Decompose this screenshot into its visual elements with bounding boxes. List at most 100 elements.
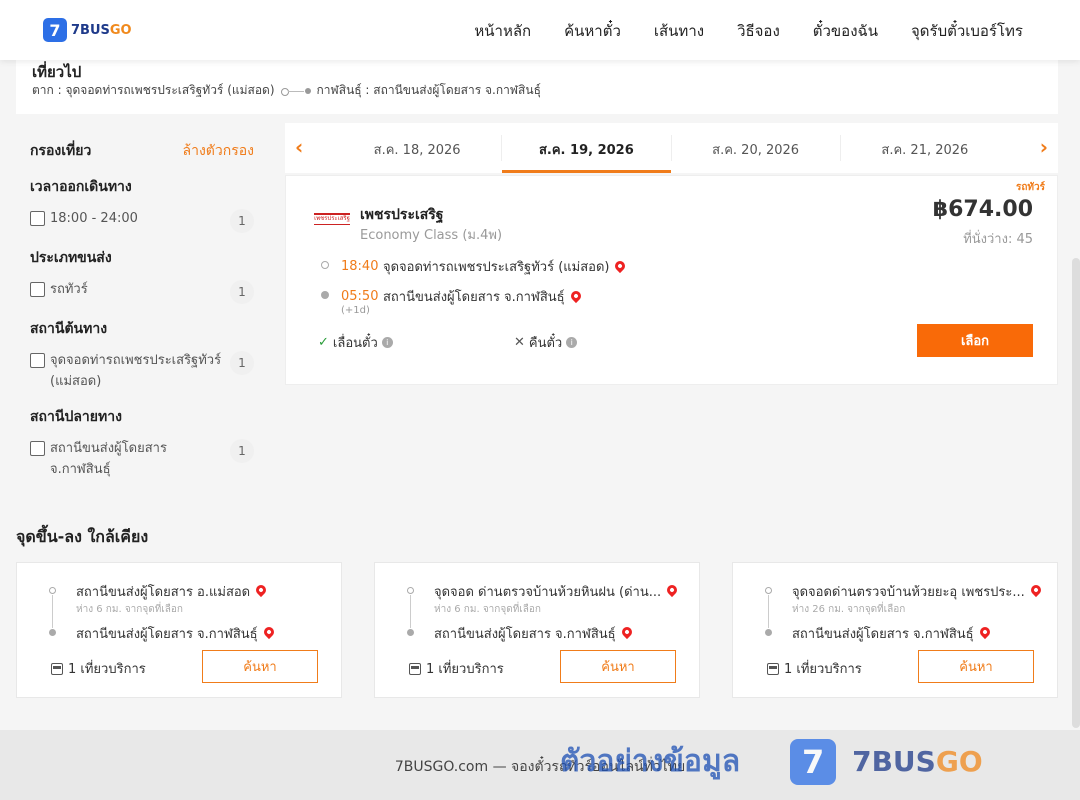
top-navbar: 7 7BUSGO หน้าหลัก ค้นหาตั๋ว เส้นทาง วิธี… xyxy=(0,0,1080,60)
info-icon[interactable]: i xyxy=(381,337,393,348)
trip-destination: กาฬสินธุ์ : สถานีขนส่งผู้โดยสาร จ.กาฬสิน… xyxy=(316,83,541,97)
destination-dot-icon xyxy=(321,291,329,299)
nearby-destination: สถานีขนส่งผู้โดยสาร จ.กาฬสินธุ์ xyxy=(792,623,1048,644)
route-line xyxy=(768,595,769,628)
filter-section-departure-time: เวลาออกเดินทาง 18:00 - 24:00 1 xyxy=(16,176,270,233)
reschedule-label: เลื่อนตั๋ว xyxy=(332,336,378,351)
map-pin-icon[interactable] xyxy=(665,582,680,598)
vehicle-type-badge: รถทัวร์ xyxy=(1015,182,1045,193)
filter-option[interactable]: จุดจอดท่ารถเพชรประเสริฐทัวร์ (แม่สอด) 1 xyxy=(30,350,254,392)
nearby-trip-count: 1 เที่ยวบริการ xyxy=(409,658,504,679)
refund-label: คืนตั๋ว xyxy=(528,336,563,351)
map-pin-icon[interactable] xyxy=(977,624,992,640)
chevron-left-icon[interactable]: ‹ xyxy=(295,135,303,159)
bus-icon xyxy=(409,662,421,675)
checkbox[interactable] xyxy=(30,441,45,456)
nearby-distance: ห่าง 6 กม. จากจุดที่เลือก xyxy=(76,604,183,615)
nearby-stop-card: จุดจอด ด่านตรวจบ้านห้วยหินฝน (ด่าน... ห่… xyxy=(374,562,700,698)
map-pin-icon[interactable] xyxy=(1028,582,1043,598)
filter-option[interactable]: สถานีขนส่งผู้โดยสาร จ.กาฬสินธุ์ 1 xyxy=(30,438,254,480)
clear-filters-link[interactable]: ล้างตัวกรอง xyxy=(183,140,254,162)
logo-mark-icon: 7 xyxy=(43,18,67,42)
departure-stop: 18:40 จุดจอดท่ารถเพชรประเสริฐทัวร์ (แม่ส… xyxy=(321,256,628,277)
origin-dot-icon xyxy=(321,261,329,269)
filter-section-transport-type: ประเภทขนส่ง รถทัวร์ 1 xyxy=(16,247,270,304)
operator-name: เพชรประเสริฐ xyxy=(360,207,444,223)
map-pin-icon[interactable] xyxy=(254,582,269,598)
filter-section-origin-station: สถานีต้นทาง จุดจอดท่ารถเพชรประเสริฐทัวร์… xyxy=(16,318,270,392)
date-tab-active[interactable]: ส.ค. 19, 2026 xyxy=(502,123,671,173)
reschedule-policy: ✓ เลื่อนตั๋ว i xyxy=(318,332,393,353)
filter-count-badge: 1 xyxy=(230,209,254,233)
filter-section-title: ประเภทขนส่ง xyxy=(30,250,112,266)
check-icon: ✓ xyxy=(318,335,329,350)
filter-section-title: สถานีต้นทาง xyxy=(30,321,108,337)
nav-routes[interactable]: เส้นทาง xyxy=(654,19,704,43)
seat-class: Economy Class (ม.4พ) xyxy=(360,228,503,243)
select-trip-button[interactable]: เลือก xyxy=(917,324,1033,357)
site-logo[interactable]: 7 7BUSGO xyxy=(43,18,132,42)
origin-dot-icon xyxy=(407,587,414,594)
nav-home[interactable]: หน้าหลัก xyxy=(474,19,531,43)
nearby-search-button[interactable]: ค้นหา xyxy=(560,650,676,683)
date-selector: ‹ ส.ค. 18, 2026 ส.ค. 19, 2026 ส.ค. 20, 2… xyxy=(285,123,1058,173)
filter-section-destination-station: สถานีปลายทาง สถานีขนส่งผู้โดยสาร จ.กาฬสิ… xyxy=(16,406,270,480)
nearby-trip-count: 1 เที่ยวบริการ xyxy=(767,658,862,679)
cross-icon: ✕ xyxy=(514,335,525,350)
nearby-origin: สถานีขนส่งผู้โดยสาร อ.แม่สอด xyxy=(76,581,332,602)
destination-dot-icon xyxy=(49,629,56,636)
departure-station: จุดจอดท่ารถเพชรประเสริฐทัวร์ (แม่สอด) xyxy=(383,260,610,275)
date-tabs: ส.ค. 18, 2026 ส.ค. 19, 2026 ส.ค. 20, 202… xyxy=(333,123,1009,173)
info-icon[interactable]: i xyxy=(566,337,578,348)
arrival-stop: 05:50 สถานีขนส่งผู้โดยสาร จ.กาฬสินธุ์ xyxy=(321,286,583,307)
nav-how-to-book[interactable]: วิธีจอง xyxy=(737,19,780,43)
nav-search-tickets[interactable]: ค้นหาตั๋ว xyxy=(564,19,621,43)
destination-dot-icon xyxy=(407,629,414,636)
site-footer: 7BUSGO.com — จองตั๋วรถทัวร์ออนไลน์ทั่วไท… xyxy=(0,730,1080,800)
filter-count-badge: 1 xyxy=(230,280,254,304)
date-tab[interactable]: ส.ค. 20, 2026 xyxy=(672,123,840,173)
nearby-search-button[interactable]: ค้นหา xyxy=(918,650,1034,683)
map-pin-icon[interactable] xyxy=(261,624,276,640)
departure-time: 18:40 xyxy=(341,259,379,274)
trip-route: ตาก : จุดจอดท่ารถเพชรประเสริฐทัวร์ (แม่ส… xyxy=(32,81,541,100)
chevron-right-icon[interactable]: › xyxy=(1040,135,1048,159)
arrival-station: สถานีขนส่งผู้โดยสาร จ.กาฬสินธุ์ xyxy=(383,290,565,305)
refund-policy: ✕ คืนตั๋ว i xyxy=(514,332,578,353)
trip-origin: ตาก : จุดจอดท่ารถเพชรประเสริฐทัวร์ (แม่ส… xyxy=(32,83,275,97)
nav-my-tickets[interactable]: ตั๋วของฉัน xyxy=(813,19,878,43)
date-tab[interactable]: ส.ค. 21, 2026 xyxy=(841,123,1009,173)
nearby-search-button[interactable]: ค้นหา xyxy=(202,650,318,683)
arrival-time: 05:50 xyxy=(341,289,379,304)
checkbox[interactable] xyxy=(30,211,45,226)
route-line xyxy=(52,595,53,628)
nearby-destination: สถานีขนส่งผู้โดยสาร จ.กาฬสินธุ์ xyxy=(76,623,332,644)
filter-section-title: เวลาออกเดินทาง xyxy=(30,179,132,195)
filter-section-title: สถานีปลายทาง xyxy=(30,409,122,425)
nearby-origin: จุดจอดด่านตรวจบ้านห้วยยะอุ เพชรประ... xyxy=(792,581,1048,602)
filter-option-label: รถทัวร์ xyxy=(50,282,88,297)
map-pin-icon[interactable] xyxy=(613,258,628,273)
filter-title: กรองเที่ยว xyxy=(30,143,92,159)
checkbox[interactable] xyxy=(30,353,45,368)
filter-option[interactable]: 18:00 - 24:00 1 xyxy=(30,208,254,233)
map-pin-icon[interactable] xyxy=(619,624,634,640)
nearby-stop-card: สถานีขนส่งผู้โดยสาร อ.แม่สอด ห่าง 6 กม. … xyxy=(16,562,342,698)
nearby-trip-count: 1 เที่ยวบริการ xyxy=(51,658,146,679)
date-tab[interactable]: ส.ค. 18, 2026 xyxy=(333,123,501,173)
checkbox[interactable] xyxy=(30,282,45,297)
page-scrollbar[interactable] xyxy=(1072,258,1080,728)
filter-option-label: 18:00 - 24:00 xyxy=(50,211,138,226)
route-line xyxy=(410,595,411,628)
nearby-destination: สถานีขนส่งผู้โดยสาร จ.กาฬสินธุ์ xyxy=(434,623,690,644)
filter-count-badge: 1 xyxy=(230,351,254,375)
nav-ticket-pickup[interactable]: จุดรับตั๋วเบอร์โทร xyxy=(911,19,1023,43)
footer-text: 7BUSGO.com — จองตั๋วรถทัวร์ออนไลน์ทั่วไท… xyxy=(394,759,686,775)
map-pin-icon[interactable] xyxy=(568,288,583,303)
filter-option-label: สถานีขนส่งผู้โดยสาร จ.กาฬสินธุ์ xyxy=(50,441,167,477)
bus-icon xyxy=(767,662,779,675)
filter-option[interactable]: รถทัวร์ 1 xyxy=(30,279,254,304)
destination-dot-icon xyxy=(765,629,772,636)
logo-text: 7BUSGO xyxy=(71,22,132,38)
filter-count-badge: 1 xyxy=(230,439,254,463)
